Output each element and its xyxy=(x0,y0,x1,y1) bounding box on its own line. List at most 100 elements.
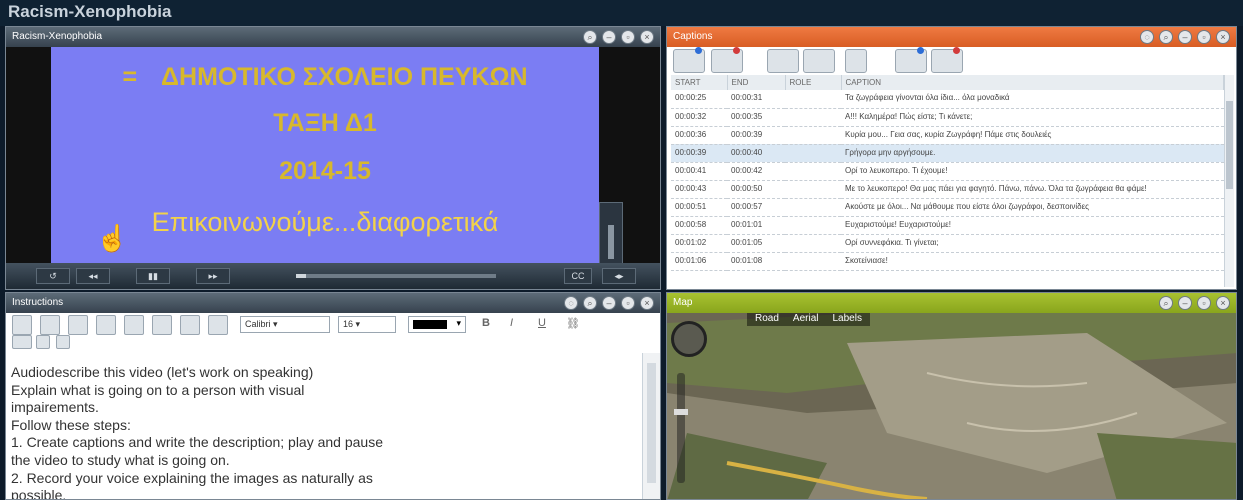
search-icon[interactable]: ⌕ xyxy=(1159,296,1173,310)
caption-caption-cell[interactable]: Σκοτείνιασε! xyxy=(841,252,1224,271)
caption-row[interactable]: 00:01:02 00:01:05 Ορί συννεφάκια. Τι γίνετ… xyxy=(671,234,1224,253)
caption-start-cell[interactable]: 00:00:58 xyxy=(671,216,727,235)
record-audio-icon[interactable] xyxy=(895,47,927,73)
close-icon[interactable]: × xyxy=(1216,30,1230,44)
set-end-icon[interactable] xyxy=(803,49,835,73)
caption-role-cell[interactable] xyxy=(785,126,841,145)
caption-end-cell[interactable]: 00:00:31 xyxy=(727,90,785,109)
pause-button[interactable]: ▮▮ xyxy=(136,268,170,284)
caption-row[interactable]: 00:00:25 00:00:31 Τα ζωγράφεια γίνονται όλ… xyxy=(671,90,1224,109)
search-icon[interactable]: ⌕ xyxy=(583,296,597,310)
search-icon[interactable]: ⌕ xyxy=(1159,30,1173,44)
caption-caption-cell[interactable]: Ορί συννεφάκια. Τι γίνεται; xyxy=(841,234,1224,253)
underline-button[interactable]: U xyxy=(538,317,546,329)
add-caption-icon[interactable] xyxy=(673,47,705,73)
set-start-icon[interactable] xyxy=(767,49,799,73)
captions-scrollbar[interactable] xyxy=(1224,75,1234,287)
save-doc-icon[interactable] xyxy=(68,315,88,335)
caption-role-cell[interactable] xyxy=(785,90,841,109)
caption-role-cell[interactable] xyxy=(785,162,841,181)
bold-button[interactable]: B xyxy=(482,317,490,329)
caption-end-cell[interactable]: 00:01:01 xyxy=(727,216,785,235)
export-icon[interactable] xyxy=(845,49,867,73)
minimize-icon[interactable]: – xyxy=(1178,296,1192,310)
copy-icon[interactable] xyxy=(208,315,228,335)
zoom-slider[interactable] xyxy=(674,373,688,483)
caption-end-cell[interactable]: 00:01:05 xyxy=(727,234,785,253)
redo-icon[interactable] xyxy=(180,315,200,335)
caption-row[interactable]: 00:00:58 00:01:01 Ευχαριστούμε! Ευχαριστού… xyxy=(671,216,1224,235)
caption-end-cell[interactable]: 00:00:42 xyxy=(727,162,785,181)
instructions-scrollbar[interactable] xyxy=(642,353,660,499)
caption-start-cell[interactable]: 00:01:06 xyxy=(671,252,727,271)
caption-end-cell[interactable]: 00:00:50 xyxy=(727,180,785,199)
column-role[interactable]: ROLE xyxy=(785,75,842,90)
column-caption[interactable]: CAPTION xyxy=(841,75,1224,90)
caption-row[interactable]: 00:00:36 00:00:39 Κυρία μου... Γεια σας, κ… xyxy=(671,126,1224,145)
caption-caption-cell[interactable]: Με το λευκοπερο! Θα μας πάει για φαγητό.… xyxy=(841,180,1224,199)
caption-role-cell[interactable] xyxy=(785,252,841,271)
fullscreen-button[interactable]: ◂▸ xyxy=(602,268,636,284)
forward-button[interactable]: ▸▸ xyxy=(196,268,230,284)
restore-icon[interactable]: ▫ xyxy=(1197,30,1211,44)
caption-row[interactable]: 00:00:51 00:00:57 Ακούστε με όλοι... Να μά… xyxy=(671,198,1224,217)
remove-caption-icon[interactable] xyxy=(711,47,743,73)
video-screen[interactable]: = ΔΗΜΟΤΙΚΟ ΣΧΟΛΕΙΟ ΠΕΥΚΩΝ ΤΑΞΗ Δ1 2014-15… xyxy=(51,47,599,287)
caption-row[interactable]: 00:00:39 00:00:40 Γρήγορα μην αργήσουμε. xyxy=(671,144,1224,163)
instructions-scroll-thumb[interactable] xyxy=(647,363,656,483)
minimize-icon[interactable]: – xyxy=(1178,30,1192,44)
font-family-select[interactable]: Calibri ▾ xyxy=(240,316,330,333)
caption-start-cell[interactable]: 00:00:36 xyxy=(671,126,727,145)
image-icon[interactable] xyxy=(12,335,32,349)
caption-end-cell[interactable]: 00:00:39 xyxy=(727,126,785,145)
caption-end-cell[interactable]: 00:00:40 xyxy=(727,144,785,163)
link-icon[interactable]: ⛓ xyxy=(566,317,580,330)
volume-slider[interactable] xyxy=(599,202,623,264)
caption-caption-cell[interactable]: Κυρία μου... Γεια σας, κυρία Ζωγράφη! Πά… xyxy=(841,126,1224,145)
caption-end-cell[interactable]: 00:01:08 xyxy=(727,252,785,271)
caption-caption-cell[interactable]: Τα ζωγράφεια γίνονται όλα ίδια... όλα μο… xyxy=(841,90,1224,109)
caption-role-cell[interactable] xyxy=(785,198,841,217)
restore-icon[interactable]: ▫ xyxy=(621,30,635,44)
new-doc-icon[interactable] xyxy=(12,315,32,335)
caption-start-cell[interactable]: 00:00:25 xyxy=(671,90,727,109)
italic-button[interactable]: I xyxy=(510,317,513,329)
rewind-button[interactable]: ◂◂ xyxy=(76,268,110,284)
caption-role-cell[interactable] xyxy=(785,144,841,163)
chat-icon[interactable]: ◌ xyxy=(1140,30,1154,44)
delete-audio-icon[interactable] xyxy=(931,47,963,73)
open-doc-icon[interactable] xyxy=(40,315,60,335)
caption-caption-cell[interactable]: Ορί το λευκοπερο. Τι έχουμε! xyxy=(841,162,1224,181)
caption-start-cell[interactable]: 00:00:32 xyxy=(671,108,727,127)
map-road-option[interactable]: Road xyxy=(755,313,779,326)
captions-scroll-thumb[interactable] xyxy=(1226,101,1233,189)
aerial-map[interactable]: Road Aerial Labels xyxy=(667,313,1236,499)
caption-row[interactable]: 00:00:41 00:00:42 Ορί το λευκοπερο. Τι έχο… xyxy=(671,162,1224,181)
caption-caption-cell[interactable]: Ευχαριστούμε! Ευχαριστούμε! xyxy=(841,216,1224,235)
caption-caption-cell[interactable]: Α!!! Καλημέρα! Πώς είστε; Τι κάνετε; xyxy=(841,108,1224,127)
caption-start-cell[interactable]: 00:00:51 xyxy=(671,198,727,217)
caption-start-cell[interactable]: 00:00:43 xyxy=(671,180,727,199)
close-icon[interactable]: × xyxy=(640,30,654,44)
caption-role-cell[interactable] xyxy=(785,234,841,253)
caption-role-cell[interactable] xyxy=(785,216,841,235)
font-size-select[interactable]: 16 ▾ xyxy=(338,316,396,333)
caption-start-cell[interactable]: 00:00:41 xyxy=(671,162,727,181)
caption-start-cell[interactable]: 00:01:02 xyxy=(671,234,727,253)
caption-end-cell[interactable]: 00:00:35 xyxy=(727,108,785,127)
edit-icon[interactable] xyxy=(124,315,144,335)
caption-end-cell[interactable]: 00:00:57 xyxy=(727,198,785,217)
caption-start-cell[interactable]: 00:00:39 xyxy=(671,144,727,163)
map-aerial-option[interactable]: Aerial xyxy=(793,313,819,326)
restore-icon[interactable]: ▫ xyxy=(621,296,635,310)
print-icon[interactable] xyxy=(96,315,116,335)
caption-role-cell[interactable] xyxy=(785,108,841,127)
caption-caption-cell[interactable]: Ακούστε με όλοι... Να μάθουμε που είστε … xyxy=(841,198,1224,217)
instructions-editor[interactable]: Audiodescribe this video (let's work on … xyxy=(6,355,642,499)
compass-icon[interactable] xyxy=(671,321,707,357)
replay-button[interactable]: ↺ xyxy=(36,268,70,284)
caption-caption-cell[interactable]: Γρήγορα μην αργήσουμε. xyxy=(841,144,1224,163)
chat-icon[interactable]: ◌ xyxy=(564,296,578,310)
column-end[interactable]: END xyxy=(727,75,786,90)
map-labels-option[interactable]: Labels xyxy=(832,313,861,326)
